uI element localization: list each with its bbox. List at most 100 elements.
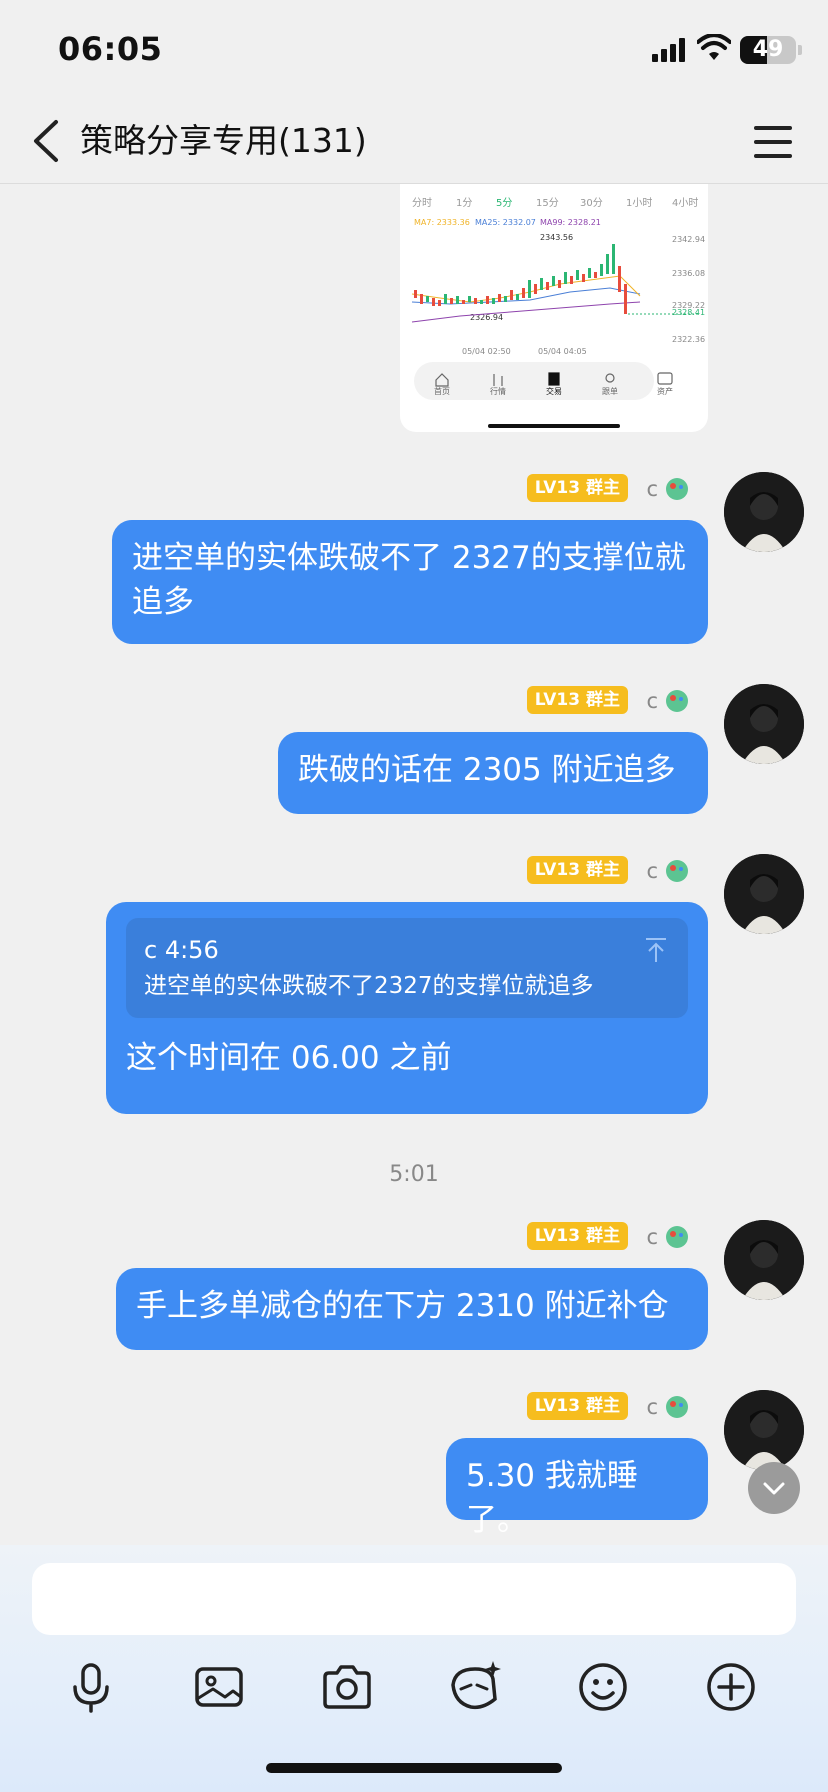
price-label: 2336.08 <box>672 269 705 278</box>
message-meta: LV13 群主 c <box>520 474 700 504</box>
dragon-icon <box>666 860 688 882</box>
chat-header: 策略分享专用(131) <box>0 100 828 184</box>
avatar[interactable] <box>724 854 804 934</box>
candle <box>546 282 549 290</box>
candle <box>432 298 435 306</box>
sender-name[interactable]: c <box>646 856 658 886</box>
candle <box>474 298 477 304</box>
candle <box>624 284 627 314</box>
candle <box>564 272 567 284</box>
avatar[interactable] <box>724 472 804 552</box>
candle <box>462 300 465 304</box>
dragon-icon <box>666 1226 688 1248</box>
scroll-to-bottom-button[interactable] <box>748 1462 800 1514</box>
status-bar: 06:05 49 <box>0 0 828 100</box>
dragon-icon <box>666 690 688 712</box>
avatar[interactable] <box>724 684 804 764</box>
candle <box>600 264 603 276</box>
menu-button[interactable] <box>748 120 798 164</box>
sender-name[interactable]: c <box>646 1222 658 1252</box>
plus-icon[interactable] <box>699 1655 763 1719</box>
trade-tab-icon <box>548 372 560 386</box>
ma7-legend: MA7: 2333.36 <box>414 218 470 227</box>
message-meta: LV13 群主 c <box>520 856 700 886</box>
candle <box>552 276 555 286</box>
tab-label: 5分 <box>496 197 512 209</box>
shared-chart-image[interactable]: 分时 1分 5分 15分 30分 1小时 4小时 MA7: 2333.36 MA… <box>400 184 708 432</box>
dragon-icon <box>666 478 688 500</box>
tab-label: 4小时 <box>672 197 698 209</box>
tab-label: 30分 <box>580 197 603 209</box>
candle <box>612 244 615 274</box>
emoji-icon[interactable] <box>571 1655 635 1719</box>
battery-cap <box>798 45 802 55</box>
candle <box>486 296 489 304</box>
sender-name[interactable]: c <box>646 474 658 504</box>
avatar[interactable] <box>724 1390 804 1470</box>
assets-tab-icon <box>657 372 673 385</box>
chat-title: 策略分享专用(131) <box>80 121 367 160</box>
app-tab-label: 跟单 <box>602 386 618 396</box>
message-text: 进空单的实体跌破不了 2327的支撑位就追多 <box>132 540 686 620</box>
battery-indicator: 49 <box>740 36 796 64</box>
candle <box>510 290 513 300</box>
candle <box>420 294 423 304</box>
image-home-indicator <box>488 424 620 428</box>
tab-label: 1小时 <box>626 197 652 209</box>
candle <box>582 274 585 282</box>
tab-label: 1分 <box>456 197 472 209</box>
home-indicator <box>266 1763 562 1773</box>
tab-label: 分时 <box>412 197 432 209</box>
message-text: 跌破的话在 2305 附近追多 <box>298 752 676 788</box>
candle <box>588 268 591 278</box>
candle <box>522 288 525 298</box>
tab-label: 15分 <box>536 197 559 209</box>
message-bubble[interactable]: 5.30 我就睡了。 <box>446 1438 708 1538</box>
app-tab-label: 交易 <box>546 386 562 396</box>
candle <box>558 280 561 288</box>
message-bubble[interactable]: 手上多单减仓的在下方 2310 附近补仓 <box>116 1268 708 1350</box>
app-tab-label: 首页 <box>434 386 450 396</box>
camera-icon[interactable] <box>315 1655 379 1719</box>
candle <box>492 298 495 304</box>
candle <box>444 294 447 304</box>
sticker-icon[interactable] <box>443 1655 507 1719</box>
candle <box>606 254 609 274</box>
back-button[interactable] <box>22 116 72 166</box>
price-label: 2322.36 <box>672 335 705 344</box>
candle <box>540 278 543 290</box>
level-badge: LV13 群主 <box>526 474 628 502</box>
reply-message-bubble[interactable]: c 4:56 进空单的实体跌破不了2327的支撑位就追多 这个时间在 06.00… <box>106 902 708 1114</box>
quoted-message[interactable]: c 4:56 进空单的实体跌破不了2327的支撑位就追多 <box>126 918 688 1018</box>
image-icon[interactable] <box>187 1655 251 1719</box>
sender-name[interactable]: c <box>646 1392 658 1422</box>
quoted-text: 进空单的实体跌破不了2327的支撑位就追多 <box>144 973 594 999</box>
price-label: 2328.41 <box>672 308 705 317</box>
ma25-legend: MA25: 2332.07 <box>475 218 536 227</box>
message-bubble[interactable]: 进空单的实体跌破不了 2327的支撑位就追多 <box>112 520 708 644</box>
app-tab-label: 行情 <box>490 386 506 396</box>
avatar[interactable] <box>724 1220 804 1300</box>
chart-screenshot: 分时 1分 5分 15分 30分 1小时 4小时 MA7: 2333.36 MA… <box>411 197 705 428</box>
jump-to-quote-icon[interactable] <box>644 936 668 964</box>
message-input[interactable] <box>32 1563 796 1635</box>
input-panel <box>0 1545 828 1792</box>
app-tab-bar <box>414 362 654 400</box>
message-meta: LV13 群主 c <box>520 1222 700 1252</box>
sender-name[interactable]: c <box>646 686 658 716</box>
battery-percent: 49 <box>752 37 784 62</box>
date-label: 05/04 04:05 <box>538 347 587 356</box>
microphone-icon[interactable] <box>59 1655 123 1719</box>
high-label: 2343.56 <box>540 233 573 242</box>
wifi-icon <box>697 34 731 60</box>
candle <box>456 296 459 304</box>
candle <box>534 284 537 294</box>
ma99-legend: MA99: 2328.21 <box>540 218 601 227</box>
ma99-line <box>411 301 641 323</box>
candle <box>516 294 519 300</box>
quoted-author-time: c 4:56 <box>144 936 219 964</box>
candle <box>414 290 417 298</box>
time-divider: 5:01 <box>389 1162 439 1187</box>
message-bubble[interactable]: 跌破的话在 2305 附近追多 <box>278 732 708 814</box>
message-text: 这个时间在 06.00 之前 <box>126 1040 452 1076</box>
